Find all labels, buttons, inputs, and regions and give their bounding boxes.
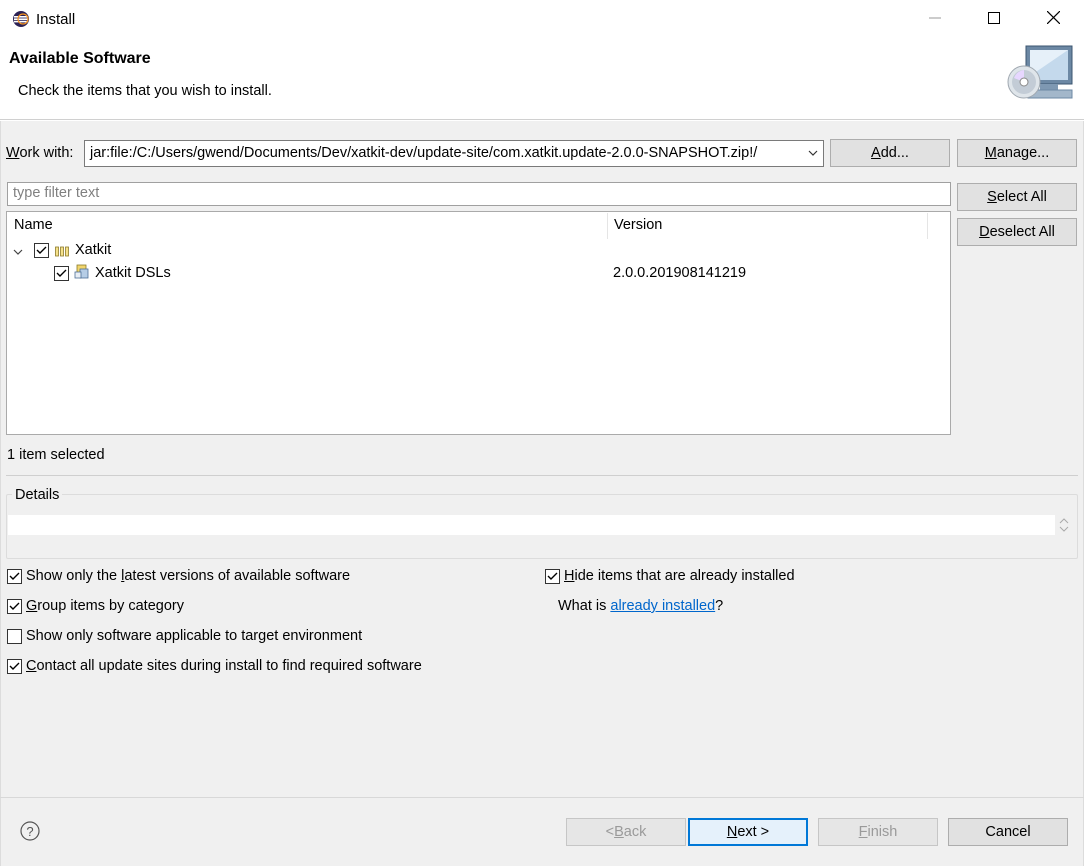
select-all-button[interactable]: Select All [957,183,1077,211]
work-with-value: jar:file:/C:/Users/gwend/Documents/Dev/x… [90,145,758,161]
hide-installed-checkbox[interactable] [545,569,560,584]
group-by-category-label[interactable]: Group items by category [26,598,184,614]
tree-row-xatkit-checkbox[interactable] [34,243,49,258]
window-title: Install [36,11,76,28]
eclipse-icon [12,10,30,28]
target-environment-checkbox[interactable] [7,629,22,644]
target-environment-label[interactable]: Show only software applicable to target … [26,628,362,644]
tree-row-xatkit-dsls-name[interactable]: Xatkit DSLs [95,265,171,281]
software-tree[interactable] [6,211,951,435]
tree-row-xatkit-name[interactable]: Xatkit [75,242,111,258]
install-cd-monitor-icon [1006,42,1076,106]
footer-divider [0,797,1084,798]
close-icon [1046,10,1060,28]
already-installed-link[interactable]: already installed [610,598,715,614]
chevron-down-icon[interactable] [13,244,23,261]
work-with-combo[interactable]: jar:file:/C:/Users/gwend/Documents/Dev/x… [84,140,824,167]
manage-button[interactable]: Manage... [957,139,1077,167]
wizard-header [0,38,1084,120]
divider [6,475,1078,476]
column-divider[interactable] [927,213,928,239]
minimize-icon [929,11,941,28]
deselect-all-button[interactable]: Deselect All [957,218,1077,246]
latest-versions-checkbox[interactable] [7,569,22,584]
column-header-name[interactable]: Name [14,217,53,233]
page-description: Check the items that you wish to install… [18,83,272,99]
latest-versions-label[interactable]: Show only the latest versions of availab… [26,568,350,584]
selection-status: 1 item selected [7,447,105,463]
page-title: Available Software [9,50,151,67]
cancel-button[interactable]: Cancel [948,818,1068,846]
hide-installed-label[interactable]: Hide items that are already installed [564,568,795,584]
add-button[interactable]: Add... [830,139,950,167]
chevron-down-icon[interactable] [807,147,819,159]
feature-plugin-icon [74,264,91,285]
back-button[interactable]: < Back [566,818,686,846]
category-icon [55,244,70,261]
tree-row-xatkit-dsls-version: 2.0.0.201908141219 [613,265,747,281]
filter-input[interactable]: type filter text [7,182,951,206]
column-header-version[interactable]: Version [614,217,662,233]
details-text [8,515,1055,535]
tree-row-xatkit-dsls-checkbox[interactable] [54,266,69,281]
contact-update-sites-label[interactable]: Contact all update sites during install … [26,658,422,674]
maximize-icon [988,11,1000,28]
work-with-label: Work with: [6,145,74,161]
help-icon[interactable]: ? [20,821,40,841]
svg-text:?: ? [26,824,33,839]
maximize-button[interactable] [965,0,1023,38]
minimize-button[interactable] [906,0,964,38]
contact-update-sites-checkbox[interactable] [7,659,22,674]
details-label: Details [12,487,63,503]
column-divider[interactable] [607,213,608,239]
finish-button[interactable]: Finish [818,818,938,846]
close-button[interactable] [1024,0,1082,38]
what-is-installed-text: What is already installed? [558,598,724,614]
next-button[interactable]: Next > [688,818,808,846]
spin-arrows-icon[interactable] [1059,516,1069,538]
group-by-category-checkbox[interactable] [7,599,22,614]
